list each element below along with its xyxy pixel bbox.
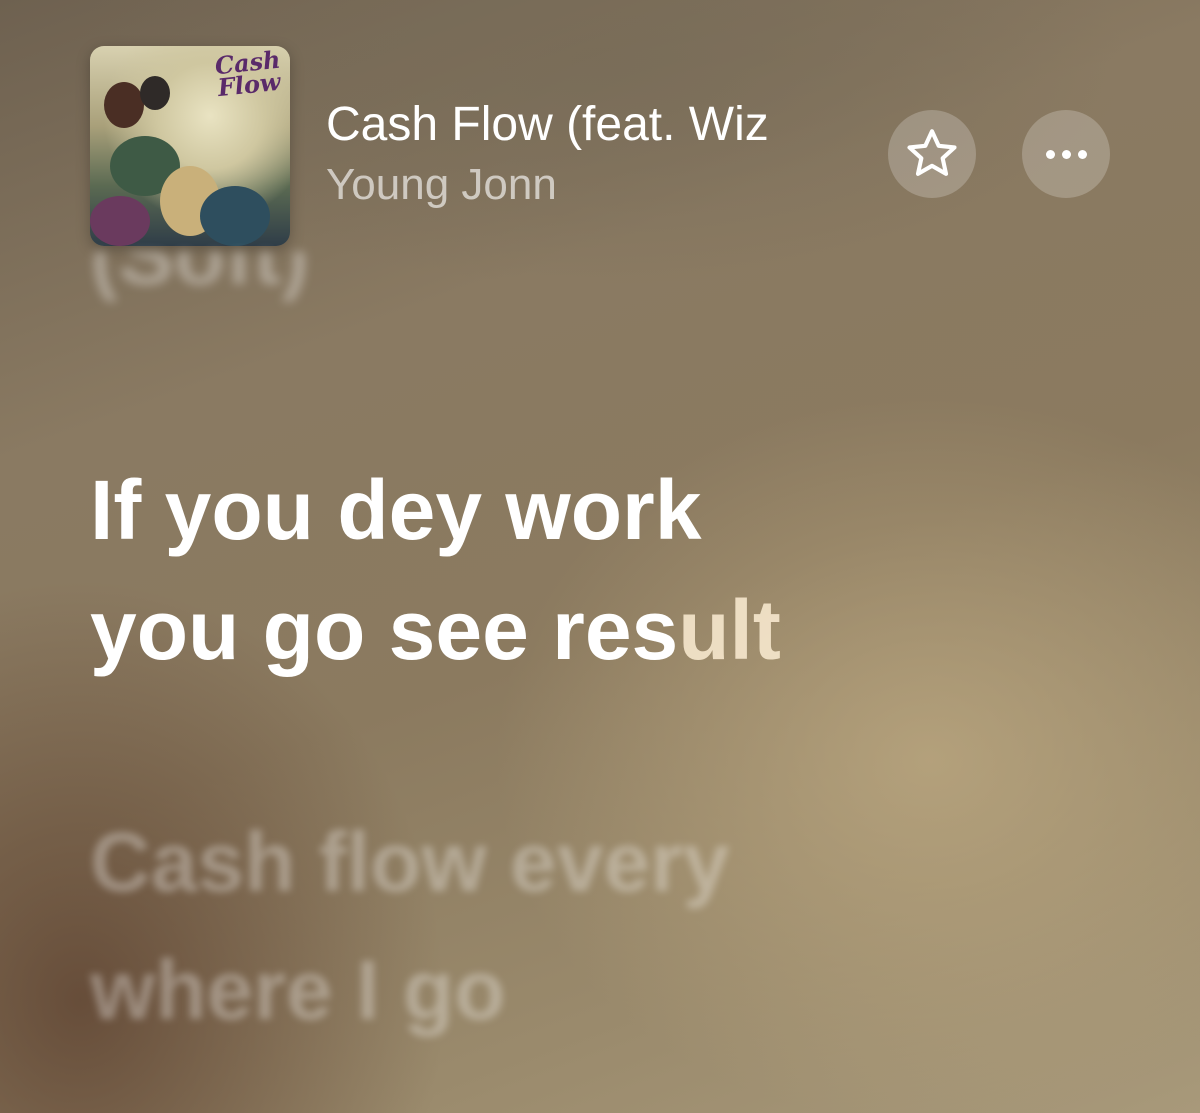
album-art-figure <box>200 186 270 246</box>
lyric-sung-part: you go see res <box>90 583 679 677</box>
lyric-previous-line[interactable]: (Soft) <box>90 252 1150 352</box>
ellipsis-icon <box>1045 149 1087 159</box>
lyric-pending-part: ult <box>678 583 781 677</box>
star-icon <box>907 129 957 176</box>
album-art-title: Cash Flow <box>213 46 282 103</box>
song-title: Cash Flow (feat. Wiz <box>326 98 769 151</box>
lyric-current-line-2: you go see result <box>90 570 1150 690</box>
album-art-figure <box>104 82 144 128</box>
now-playing-info[interactable]: Cash Flow (feat. Wiz Young Jonn <box>326 96 878 210</box>
lyric-current-line[interactable]: If you dey work you go see result <box>90 450 1150 690</box>
more-options-button[interactable] <box>1022 110 1110 198</box>
album-art[interactable]: Cash Flow <box>90 46 290 246</box>
favorite-button[interactable] <box>888 110 976 198</box>
artist-name: Young Jonn <box>326 160 557 209</box>
lyric-next-line[interactable]: Cash flow every where I go <box>90 798 1150 1054</box>
album-art-figure <box>90 196 150 246</box>
lyric-next-line-1: Cash flow every <box>90 815 730 909</box>
lyric-previous-text: (Soft) <box>90 252 310 302</box>
lyric-next-line-2: where I go <box>90 943 506 1037</box>
lyric-current-line-1: If you dey work <box>90 463 702 557</box>
album-art-figure <box>140 76 170 110</box>
